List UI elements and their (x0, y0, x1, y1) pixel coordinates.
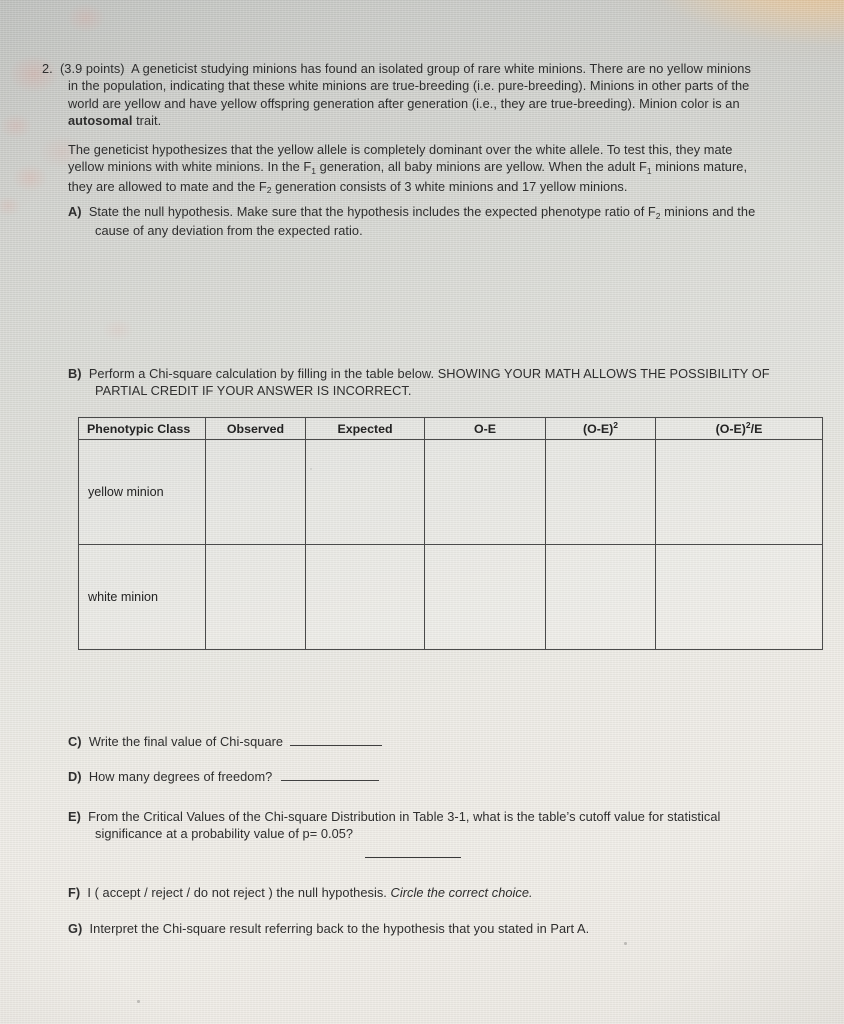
hypothesis-line-2b: generation, all baby minions are yellow.… (316, 159, 647, 175)
column-header-expected: Expected (305, 417, 425, 440)
worksheet-content: 2. (3.9 points) A geneticist studying mi… (0, 0, 844, 1024)
part-d-answer-blank[interactable] (281, 780, 380, 781)
autosomal-bold-term: autosomal (68, 113, 133, 129)
hypothesis-line-3a: they are allowed to mate and the F (68, 178, 267, 194)
intro-line-2: in the population, indicating that these… (68, 78, 750, 94)
part-c-text: Write the final value of Chi-square (88, 734, 284, 749)
paper-speck (624, 942, 627, 945)
hypothesis-line-2c: minions mature, (651, 159, 748, 175)
intro-line-4: autosomal trait. (42, 112, 802, 129)
hypothesis-line-3: they are allowed to mate and the F2 gene… (68, 178, 804, 197)
cell-phenotypic-class-yellow: yellow minion (78, 439, 206, 545)
part-e-block: E) From the Critical Values of the Chi-s… (68, 808, 808, 858)
cell-o-minus-e-sq-yellow[interactable] (545, 439, 656, 545)
table-row: white minion (78, 544, 823, 650)
part-b-label: B) (68, 366, 82, 381)
cell-o-minus-e-sq-over-e-yellow[interactable] (655, 439, 823, 545)
chi-square-table: Phenotypic Class Observed Expected O-E (… (78, 417, 823, 650)
table-row: yellow minion (78, 439, 823, 545)
question-points: (3.9 points) (60, 61, 125, 76)
part-a-line-2: cause of any deviation from the expected… (95, 223, 363, 239)
part-a-text-pre: State the null hypothesis. Make sure tha… (88, 204, 656, 219)
header-6-suffix: /E (750, 421, 763, 436)
part-c-answer-blank[interactable] (290, 745, 383, 746)
header-6-superscript: 2 (745, 419, 751, 430)
question-2-intro-paragraph: 2. (3.9 points) A geneticist studying mi… (42, 60, 802, 130)
part-f-instruction-italic: Circle the correct choice. (390, 885, 533, 900)
part-e-line-2: significance at a probability value of p… (95, 826, 354, 842)
part-e-line-1: E) From the Critical Values of the Chi-s… (68, 808, 808, 825)
part-g-block: G) Interpret the Chi-square result refer… (68, 920, 808, 937)
column-header-phenotypic-class: Phenotypic Class (78, 417, 206, 440)
part-c-label: C) (68, 734, 82, 749)
header-5-base: (O-E) (582, 421, 614, 436)
part-e-answer-blank[interactable] (365, 857, 461, 858)
intro-line-3: world are yellow and have yellow offspri… (68, 95, 740, 111)
part-f-block: F) I ( accept / reject / do not reject )… (68, 884, 808, 901)
cell-expected-white[interactable] (305, 544, 425, 650)
column-header-o-minus-e-squared-over-e: (O-E)2/E (655, 417, 823, 440)
hypothesis-line-2a: yellow minions with white minions. In th… (68, 159, 312, 175)
f2-subscript-a: 2 (266, 185, 272, 196)
header-6-base: (O-E) (715, 421, 746, 436)
part-c-block: C) Write the final value of Chi-square (68, 733, 768, 750)
table-header-row: Phenotypic Class Observed Expected O-E (… (78, 417, 823, 440)
intro-line-1: 2. (3.9 points) A geneticist studying mi… (42, 60, 802, 77)
part-a-line-1: A) State the null hypothesis. Make sure … (68, 203, 818, 222)
part-b-block: B) Perform a Chi-square calculation by f… (68, 365, 808, 400)
cell-o-minus-e-sq-over-e-white[interactable] (655, 544, 823, 650)
part-a-text-post: minions and the (660, 204, 756, 219)
part-a-label: A) (68, 204, 82, 219)
hypothesis-line-3b: generation consists of 3 white minions a… (271, 178, 628, 194)
part-a-block: A) State the null hypothesis. Make sure … (68, 203, 818, 240)
part-b-line-2: PARTIAL CREDIT IF YOUR ANSWER IS INCORRE… (95, 383, 412, 399)
cell-observed-yellow[interactable] (205, 439, 306, 545)
hypothesis-line-2: yellow minions with white minions. In th… (68, 158, 804, 177)
header-5-superscript: 2 (613, 419, 618, 430)
part-e-label: E) (68, 809, 81, 824)
column-header-o-minus-e-squared: (O-E)2 (545, 417, 656, 440)
cell-phenotypic-class-white: white minion (78, 544, 206, 650)
intro-line-1-text: A geneticist studying minions has found … (131, 61, 751, 76)
part-g-label: G) (68, 921, 83, 936)
part-e-text-1: From the Critical Values of the Chi-squa… (88, 809, 721, 824)
cell-o-minus-e-sq-white[interactable] (545, 544, 656, 650)
part-b-text-1: Perform a Chi-square calculation by fill… (88, 366, 770, 381)
column-header-observed: Observed (205, 417, 306, 440)
cell-o-minus-e-white[interactable] (424, 544, 546, 650)
intro-line-4-text: trait. (136, 113, 162, 129)
question-number: 2. (42, 61, 53, 76)
part-b-line-1: B) Perform a Chi-square calculation by f… (68, 365, 808, 382)
f2-subscript-part-a: 2 (655, 210, 661, 221)
f1-subscript-b: 1 (646, 165, 652, 176)
part-f-text[interactable]: I ( accept / reject / do not reject ) th… (87, 885, 390, 900)
part-d-block: D) How many degrees of freedom? (68, 768, 768, 785)
part-g-text: Interpret the Chi-square result referrin… (89, 921, 590, 936)
scanned-worksheet-page: 2. (3.9 points) A geneticist studying mi… (0, 0, 844, 1024)
hypothesis-paragraph: The geneticist hypothesizes that the yel… (68, 141, 804, 197)
part-d-label: D) (68, 769, 82, 784)
f1-subscript-a: 1 (311, 165, 317, 176)
cell-expected-yellow[interactable] (305, 439, 425, 545)
cell-o-minus-e-yellow[interactable] (424, 439, 546, 545)
column-header-o-minus-e: O-E (424, 417, 546, 440)
cell-observed-white[interactable] (205, 544, 306, 650)
hypothesis-line-1: The geneticist hypothesizes that the yel… (68, 142, 733, 157)
part-f-label: F) (68, 885, 81, 900)
paper-speck (137, 1000, 140, 1003)
part-d-text: How many degrees of freedom? (88, 769, 273, 784)
